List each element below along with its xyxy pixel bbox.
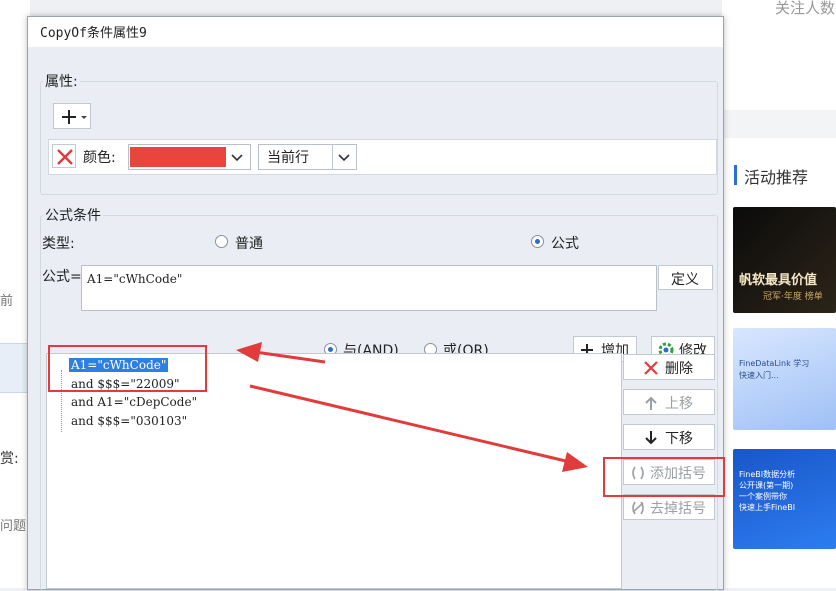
dialog-titlebar[interactable]: CopyOf条件属性9 — [28, 17, 723, 47]
chevron-down-icon — [338, 154, 350, 162]
dialog-body: 属性: 颜色: 当前行 公式条件 类型: 普通 公式 公式= A1="cWhCo… — [28, 47, 723, 591]
color-swatch — [130, 147, 226, 167]
formula-label: 公式= — [42, 269, 82, 285]
background-text: 前 — [0, 294, 14, 309]
background-right-panel: 关注人数 活动推荐 帆软最具价值 冠军·年度 榜单 FineDataLink 学… — [722, 0, 836, 588]
dialog-title: CopyOf条件属性9 — [40, 26, 147, 41]
background-separator — [722, 110, 836, 138]
banner-line: 公开课(第一期) — [739, 481, 794, 490]
formula-input[interactable]: A1="cWhCode" — [81, 265, 657, 311]
banner-line: 快速上手FineBI — [739, 503, 796, 512]
background-text: 赏: — [0, 451, 19, 467]
type-formula-label: 公式 — [551, 236, 579, 252]
background-top-panel: 关注人数 — [722, 0, 836, 110]
condition-attribute-dialog: CopyOf条件属性9 属性: 颜色: 当前行 公式条件 类型: 普通 公式 公… — [27, 16, 724, 591]
close-icon — [644, 361, 658, 375]
banner-line: 快速入门... — [739, 371, 779, 380]
move-down-label: 下移 — [665, 431, 693, 447]
scope-select-value: 当前行 — [267, 150, 309, 166]
formula-condition-label: 公式条件 — [43, 205, 103, 225]
remove-bracket-label: 去掉括号 — [650, 501, 706, 517]
follow-count-label: 关注人数 — [775, 0, 836, 17]
move-down-button[interactable]: 下移 — [623, 424, 715, 450]
remove-attribute-button[interactable] — [52, 144, 76, 168]
banner-line: 一个案例带你 — [739, 492, 787, 501]
type-normal-label: 普通 — [235, 236, 263, 252]
plus-icon — [62, 110, 87, 124]
formula-input-value: A1="cWhCode" — [87, 272, 183, 286]
attributes-group-label: 属性: — [43, 71, 80, 91]
define-button[interactable]: 定义 — [658, 265, 713, 290]
arrow-down-icon — [645, 431, 657, 445]
color-picker[interactable] — [128, 144, 251, 170]
promo-banner[interactable]: FineDataLink 学习 快速入门... — [733, 328, 836, 430]
list-item[interactable]: and A1="cDepCode" — [71, 395, 197, 409]
color-label: 颜色: — [83, 150, 116, 166]
type-normal-radio[interactable] — [215, 235, 228, 248]
scope-select[interactable]: 当前行 — [258, 144, 357, 170]
banner-line: FineDataLink 学习 — [739, 359, 810, 368]
promo-banner[interactable]: FineBI数据分析 公开课(第一期) 一个案例带你 快速上手FineBI — [733, 449, 836, 549]
background-text: 问题 — [0, 519, 27, 534]
move-up-button[interactable]: 上移 — [623, 389, 715, 415]
background-selected-strip — [0, 343, 30, 393]
chevron-down-icon — [231, 154, 243, 162]
promo-banner[interactable]: 帆软最具价值 冠军·年度 榜单 — [733, 207, 836, 313]
annotation-box-conditions — [48, 345, 207, 392]
type-label: 类型: — [42, 236, 75, 252]
background-left-panel: 前 赏: 问题 — [0, 0, 30, 588]
list-item[interactable]: and $$$="030103" — [71, 414, 187, 428]
remove-brackets-icon — [632, 501, 644, 515]
section-accent-bar — [734, 165, 737, 185]
annotation-box-add-bracket — [603, 457, 725, 497]
define-button-label: 定义 — [671, 272, 699, 288]
delete-label: 删除 — [665, 361, 693, 377]
arrow-up-icon — [645, 396, 657, 410]
banner-subtitle: 冠军·年度 榜单 — [763, 292, 823, 302]
attributes-group — [40, 81, 718, 195]
add-attribute-button[interactable] — [53, 103, 91, 129]
delete-button[interactable]: 删除 — [623, 354, 715, 380]
remove-bracket-button[interactable]: 去掉括号 — [623, 494, 715, 520]
move-up-label: 上移 — [665, 396, 693, 412]
banner-title: 帆软最具价值 — [739, 273, 818, 288]
close-icon — [57, 149, 73, 165]
type-formula-radio[interactable] — [531, 235, 544, 248]
recommend-title: 活动推荐 — [744, 168, 809, 187]
banner-line: FineBI数据分析 — [739, 470, 796, 479]
